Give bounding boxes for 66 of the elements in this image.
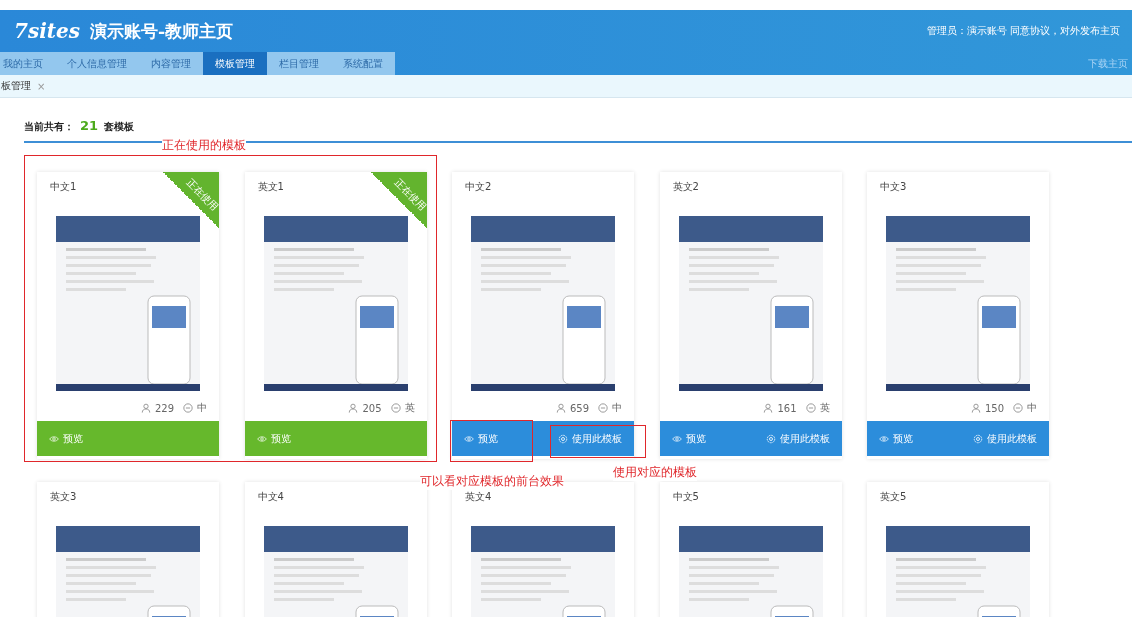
template-name: 中文1 <box>50 180 77 194</box>
close-icon[interactable]: × <box>37 80 46 92</box>
open-tab[interactable]: 板管理 <box>0 79 31 93</box>
eye-icon <box>671 433 682 444</box>
gear-icon <box>973 433 983 444</box>
annotation-text: 正在使用的模板 <box>162 137 246 154</box>
language-icon <box>390 403 401 413</box>
preview-button[interactable]: 预览 <box>460 427 502 450</box>
template-name: 中文4 <box>257 490 284 504</box>
language-icon <box>183 403 193 413</box>
language-label: 英 <box>404 401 415 415</box>
template-name: 英文2 <box>672 180 699 194</box>
nav-tab[interactable]: 个人信息管理 <box>55 52 139 75</box>
eye-icon <box>879 433 889 444</box>
admin-info: 管理员：演示账号 同意协议，对外发布主页 <box>926 24 1120 38</box>
template-name: 中文3 <box>880 180 907 194</box>
use-template-button[interactable]: 使用此模板 <box>969 427 1041 450</box>
gear-icon <box>765 433 776 444</box>
nav-tab[interactable]: 我的主页 <box>0 52 55 75</box>
eye-icon <box>49 433 59 444</box>
language-label: 英 <box>819 401 830 415</box>
language-label: 中 <box>197 401 207 415</box>
view-count: 205 <box>362 402 382 414</box>
download-link[interactable]: 下载主页 <box>1088 56 1128 71</box>
language-label: 中 <box>612 401 622 415</box>
preview-button[interactable]: 预览 <box>667 427 710 450</box>
nav-tab[interactable]: 模板管理 <box>203 52 267 75</box>
view-count: 229 <box>154 402 174 414</box>
user-icon <box>348 403 359 413</box>
in-use-ribbon: 正在使用 <box>370 172 427 228</box>
language-icon <box>805 403 816 413</box>
nav-tab[interactable]: 内容管理 <box>139 52 203 75</box>
template-name: 英文3 <box>50 490 77 504</box>
template-name: 中文5 <box>672 490 699 504</box>
nav-tab[interactable]: 系统配置 <box>331 52 395 75</box>
language-icon <box>1013 403 1023 413</box>
nav-tab[interactable]: 栏目管理 <box>267 52 331 75</box>
preview-button[interactable]: 预览 <box>252 427 295 450</box>
gear-icon <box>558 433 568 444</box>
user-icon <box>140 403 151 413</box>
eye-icon <box>256 433 267 444</box>
summary-label: 当前共有： <box>24 120 74 134</box>
template-count: 21 <box>80 118 99 133</box>
template-name: 英文5 <box>880 490 907 504</box>
language-icon <box>598 403 608 413</box>
eye-icon <box>464 433 474 444</box>
user-icon <box>763 403 774 413</box>
logo: 7sites <box>14 19 80 43</box>
view-count: 150 <box>984 402 1004 414</box>
use-template-button[interactable]: 使用此模板 <box>554 427 626 450</box>
annotation-text: 使用对应的模板 <box>613 464 697 481</box>
summary-unit: 套模板 <box>104 120 135 134</box>
preview-button[interactable]: 预览 <box>875 427 917 450</box>
template-name: 英文1 <box>257 180 284 194</box>
in-use-ribbon: 正在使用 <box>163 172 219 228</box>
user-icon <box>970 403 981 413</box>
use-template-button[interactable]: 使用此模板 <box>761 427 834 450</box>
site-title: 演示账号-教师主页 <box>90 19 234 43</box>
preview-button[interactable]: 预览 <box>45 427 87 450</box>
view-count: 161 <box>777 402 797 414</box>
view-count: 659 <box>569 402 589 414</box>
language-label: 中 <box>1027 401 1037 415</box>
template-name: 英文4 <box>465 490 492 504</box>
annotation-text: 可以看对应模板的前台效果 <box>420 473 564 490</box>
user-icon <box>555 403 566 413</box>
template-name: 中文2 <box>465 180 492 194</box>
